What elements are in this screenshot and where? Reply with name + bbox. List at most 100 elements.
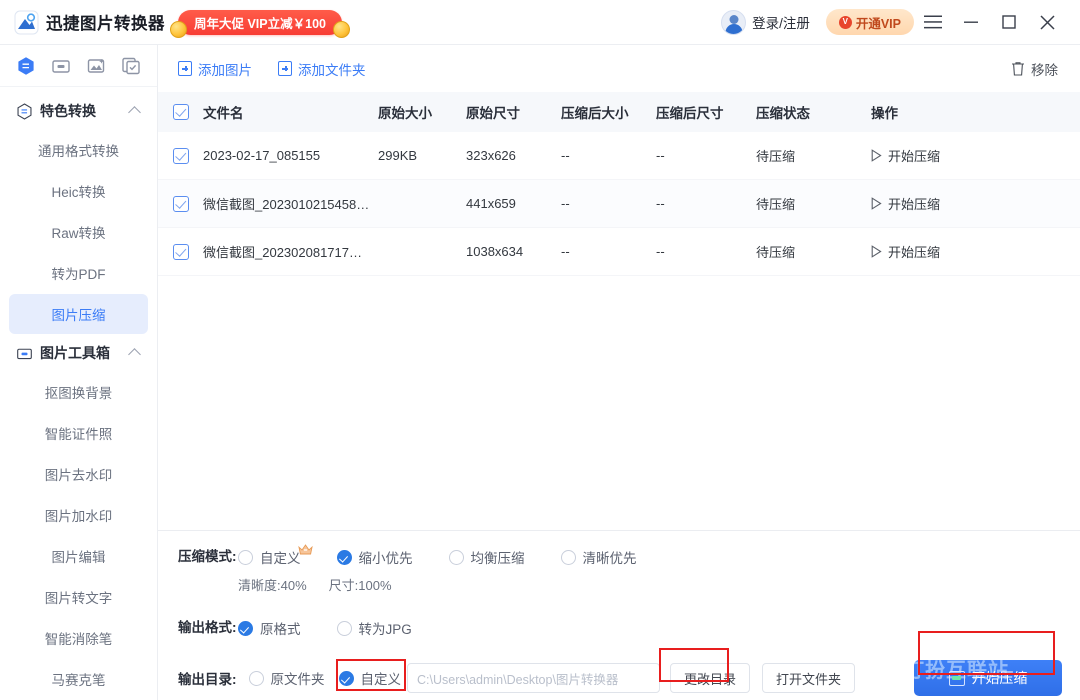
cell-orig-size: 299KB xyxy=(378,148,418,163)
output-path-input[interactable]: C:\Users\admin\Desktop\图片转换器 xyxy=(407,663,660,693)
sidebar-item-smart-eraser[interactable]: 智能消除笔 xyxy=(9,618,148,658)
sidebar-item-add-watermark[interactable]: 图片加水印 xyxy=(9,495,148,535)
cell-status: 待压缩 xyxy=(756,245,796,260)
radio-to-jpg-label: 转为JPG xyxy=(358,622,412,637)
remove-button[interactable]: 移除 xyxy=(1011,59,1058,79)
convert-icon[interactable] xyxy=(8,48,43,84)
header-comp-dim: 压缩后尺寸 xyxy=(656,106,724,121)
add-image-button[interactable]: 添加图片 xyxy=(178,59,252,79)
minimize-button[interactable] xyxy=(952,0,990,44)
radio-shrink-first-indicator xyxy=(336,549,352,565)
add-folder-button[interactable]: 添加文件夹 xyxy=(278,59,366,79)
radio-custom[interactable]: 自定义 xyxy=(238,544,313,569)
sidebar-item-heic-convert[interactable]: Heic转换 xyxy=(9,171,148,211)
sidebar-group-header-featured[interactable]: 特色转换 xyxy=(0,93,157,129)
row-start-compress-button[interactable]: 开始压缩 xyxy=(871,242,1080,261)
menu-button[interactable] xyxy=(914,0,952,44)
select-all-checkbox[interactable] xyxy=(172,104,189,120)
cell-filename: 微信截图_202302081717…1.2MB xyxy=(203,245,378,260)
image-enhance-icon[interactable] xyxy=(79,48,114,84)
sidebar-group-header-toolbox[interactable]: 图片工具箱 xyxy=(0,335,157,371)
table-body: 2023-02-17_085155 299KB 323x626 -- -- 待压… xyxy=(158,132,1080,530)
row-checkbox[interactable] xyxy=(172,195,189,212)
body: 特色转换 通用格式转换 Heic转换 Raw转换 转为PDF 图片压缩 图片工具… xyxy=(0,45,1080,700)
open-vip-button[interactable]: 开通VIP xyxy=(825,9,914,35)
header-comp-size: 压缩后大小 xyxy=(561,106,629,121)
toolbox-icon[interactable] xyxy=(43,48,78,84)
radio-original-folder[interactable]: 原文件夹 xyxy=(248,666,325,690)
sidebar-group-title: 图片工具箱 xyxy=(40,345,110,361)
compress-mode-options: 自定义 缩小优先 均衡压缩 清晰优先 xyxy=(238,544,1080,569)
sidebar-item-to-pdf[interactable]: 转为PDF xyxy=(9,253,148,293)
radio-balanced-label: 均衡压缩 xyxy=(470,551,525,566)
select-all-cell xyxy=(158,104,203,120)
chevron-up-icon xyxy=(128,106,141,119)
coin-left-icon xyxy=(170,20,187,38)
radio-clarity-first-indicator xyxy=(560,549,576,565)
open-vip-label: 开通VIP xyxy=(855,16,901,31)
cell-action: 开始压缩 xyxy=(871,146,1080,165)
app-logo-icon xyxy=(14,10,39,35)
sidebar-item-mosaic-pen[interactable]: 马赛克笔 xyxy=(9,659,148,699)
login-register-button[interactable]: 登录/注册 xyxy=(752,12,810,32)
app-window: 迅捷图片转换器 周年大促 VIP立减￥100 登录/注册 开通VIP xyxy=(0,0,1080,700)
add-image-label: 添加图片 xyxy=(198,62,252,78)
sidebar-item-image-to-text[interactable]: 图片转文字 xyxy=(9,577,148,617)
start-compress-button[interactable]: 打扮互联站 .com 开始压缩 xyxy=(914,660,1062,696)
cell-comp-size: -- xyxy=(561,244,570,259)
output-dir-label: 输出目录: xyxy=(178,672,237,687)
row-start-compress-button[interactable]: 开始压缩 xyxy=(871,146,1080,165)
table-row[interactable]: 2023-02-17_085155 299KB 323x626 -- -- 待压… xyxy=(158,132,1080,180)
chevron-up-icon xyxy=(128,348,141,361)
radio-clarity-first[interactable]: 清晰优先 xyxy=(560,545,637,569)
sidebar-item-image-compress[interactable]: 图片压缩 xyxy=(9,294,148,334)
cell-action: 开始压缩 xyxy=(871,242,1080,261)
radio-balanced[interactable]: 均衡压缩 xyxy=(448,545,525,569)
radio-to-jpg[interactable]: 转为JPG xyxy=(336,616,412,640)
close-button[interactable] xyxy=(1028,0,1066,44)
radio-shrink-first[interactable]: 缩小优先 xyxy=(336,545,413,569)
radio-to-jpg-indicator xyxy=(336,620,352,636)
header-status: 压缩状态 xyxy=(756,106,810,121)
compress-mode-label: 压缩模式: xyxy=(178,549,237,564)
add-image-icon xyxy=(178,61,192,76)
settings-panel: 压缩模式: 自定义 缩小优先 均衡压缩 清晰优先 清晰度:40% 尺寸:100%… xyxy=(158,530,1080,700)
promo-banner[interactable]: 周年大促 VIP立减￥100 xyxy=(170,9,350,38)
radio-balanced-indicator xyxy=(448,549,464,565)
compress-mode-row: 压缩模式: 自定义 缩小优先 均衡压缩 清晰优先 xyxy=(158,544,1080,569)
maximize-button[interactable] xyxy=(990,0,1028,44)
table-header: 文件名 原始大小 原始尺寸 压缩后大小 压缩后尺寸 压缩状态 操作 xyxy=(158,92,1080,132)
table-row[interactable]: 微信截图_202302081717…1.2MB 1038x634 -- -- 待… xyxy=(158,228,1080,276)
hamburger-icon xyxy=(924,15,942,29)
sidebar-group-title: 特色转换 xyxy=(40,103,96,119)
start-compress-label: 开始压缩 xyxy=(971,670,1028,686)
row-checkbox[interactable] xyxy=(172,147,189,164)
row-checkbox[interactable] xyxy=(172,243,189,260)
cell-status: 待压缩 xyxy=(756,197,796,212)
promo-text: 周年大促 VIP立减￥100 xyxy=(194,16,326,31)
cell-comp-dim: -- xyxy=(656,196,665,211)
radio-custom-folder-indicator xyxy=(338,670,354,686)
header-filename: 文件名 xyxy=(203,106,244,121)
row-start-compress-button[interactable]: 开始压缩 xyxy=(871,194,1080,213)
sidebar-item-image-edit[interactable]: 图片编辑 xyxy=(9,536,148,576)
table-row[interactable]: 微信截图_20230102154584KB 441x659 -- -- 待压缩 xyxy=(158,180,1080,228)
vip-crown-icon xyxy=(297,543,313,556)
compress-icon xyxy=(948,670,965,686)
batch-icon[interactable] xyxy=(114,48,149,84)
radio-custom-folder[interactable]: 自定义 xyxy=(338,666,401,690)
sidebar-item-remove-watermark[interactable]: 图片去水印 xyxy=(9,454,148,494)
open-folder-button[interactable]: 打开文件夹 xyxy=(762,663,856,693)
app-title: 迅捷图片转换器 xyxy=(46,15,165,33)
sidebar-item-remove-background[interactable]: 抠图换背景 xyxy=(9,372,148,412)
avatar[interactable] xyxy=(721,9,747,35)
row-action-label: 开始压缩 xyxy=(888,197,941,212)
change-dir-button[interactable]: 更改目录 xyxy=(670,663,751,693)
titlebar-controls: 登录/注册 开通VIP xyxy=(721,0,1066,44)
cell-comp-dim: -- xyxy=(656,148,665,163)
sidebar-item-raw-convert[interactable]: Raw转换 xyxy=(9,212,148,252)
radio-original-format[interactable]: 原格式 xyxy=(238,616,301,640)
trash-icon xyxy=(1011,61,1025,76)
sidebar-item-general-convert[interactable]: 通用格式转换 xyxy=(9,130,148,170)
sidebar-item-id-photo[interactable]: 智能证件照 xyxy=(9,413,148,453)
